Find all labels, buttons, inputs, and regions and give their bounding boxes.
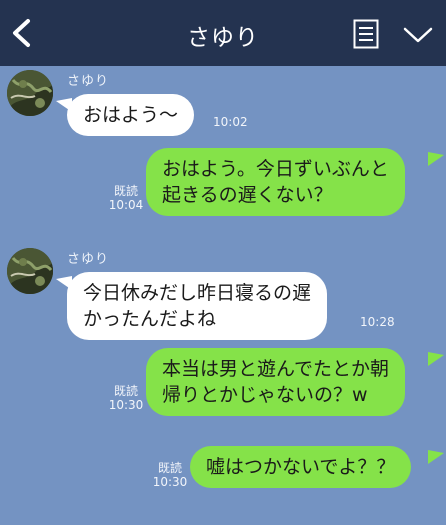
message-meta: 既読 10:30 — [148, 461, 192, 489]
message-text: おはよう。今日ずいぶんと — [162, 158, 389, 180]
message-bubble[interactable]: おはよう。今日ずいぶんと 起きるの遅くない？ — [146, 148, 405, 216]
avatar[interactable] — [7, 248, 53, 294]
read-receipt: 既読 — [157, 461, 182, 475]
message-text: 嘘はつかないでよ？？ — [206, 456, 396, 478]
bubble-tail — [428, 352, 444, 366]
message-time: 10:30 — [108, 398, 144, 412]
bubble-tail — [428, 152, 444, 166]
bubble-tail — [428, 450, 444, 464]
sender-name: さゆり — [67, 252, 110, 267]
read-receipt: 既読 — [113, 384, 138, 398]
message-bubble[interactable]: おはよう〜 — [67, 94, 195, 136]
note-icon — [353, 19, 379, 49]
chat-header: さゆり — [0, 0, 446, 66]
sender-name: さゆり — [67, 74, 110, 89]
read-receipt: 既読 — [113, 184, 138, 198]
message-text: 本当は男と遊んでたとか朝 — [162, 358, 390, 380]
avatar-photo — [7, 248, 53, 294]
message-time: 10:28 — [360, 315, 395, 329]
message-meta: 既読 10:04 — [104, 184, 148, 212]
message-meta: 既読 10:30 — [104, 384, 148, 412]
message-bubble[interactable]: 今日休みだし昨日寝るの遅 かったんだよね — [67, 272, 328, 340]
message-bubble[interactable]: 本当は男と遊んでたとか朝 帰りとかじゃないの？w — [146, 348, 406, 416]
message-text: 帰りとかじゃないの？w — [162, 384, 368, 406]
avatar[interactable] — [7, 70, 53, 116]
avatar-photo — [7, 70, 53, 116]
message-time: 10:30 — [152, 475, 188, 489]
message-bubble[interactable]: 嘘はつかないでよ？？ — [190, 446, 412, 488]
message-time: 10:02 — [213, 115, 248, 129]
note-button[interactable] — [353, 19, 379, 49]
message-text: 起きるの遅くない？ — [162, 184, 333, 206]
message-text: かったんだよね — [83, 308, 217, 330]
message-text: 今日休みだし昨日寝るの遅 — [83, 282, 312, 304]
chevron-down-icon — [403, 27, 433, 43]
chat-title: さゆり — [187, 25, 259, 51]
menu-button[interactable] — [402, 25, 434, 45]
message-time: 10:04 — [108, 198, 144, 212]
message-text: おはよう〜 — [83, 104, 179, 126]
